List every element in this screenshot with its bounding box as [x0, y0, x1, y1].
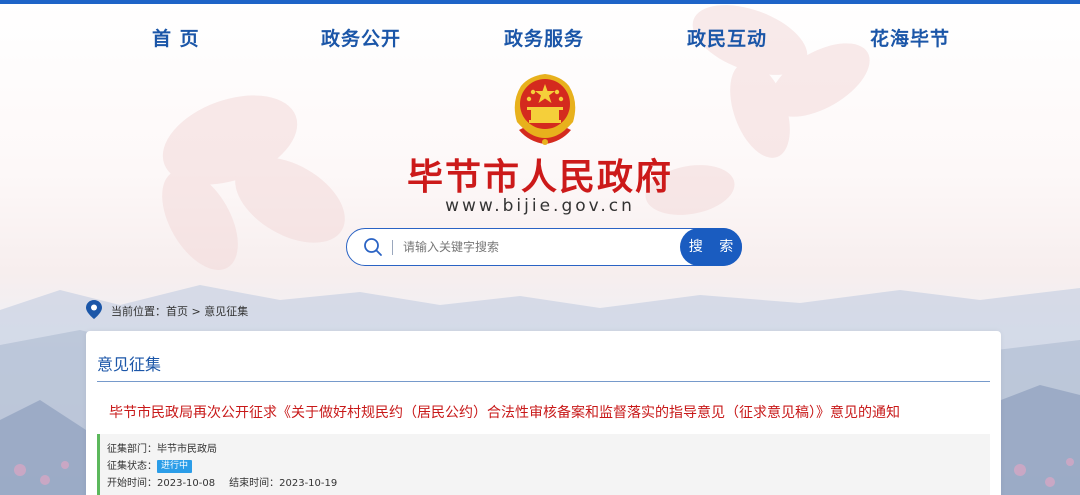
nav-item-home[interactable]: 首 页	[152, 24, 200, 51]
breadcrumb-separator: >	[188, 305, 205, 318]
main-nav: 首 页 政务公开 政务服务 政民互动 花海毕节	[0, 24, 1080, 56]
top-accent-bar	[0, 0, 1080, 4]
breadcrumb-text: 当前位置：首页 > 意见征集	[111, 303, 248, 319]
search-input[interactable]	[403, 235, 673, 259]
nav-item-flower-sea-bijie[interactable]: 花海毕节	[870, 24, 950, 51]
info-row-dept: 征集部门：毕节市民政局	[107, 440, 217, 455]
panel-divider	[97, 381, 990, 382]
search-icon	[364, 238, 382, 256]
start-value: 2023-10-08	[157, 478, 216, 489]
status-label: 征集状态：	[107, 461, 157, 472]
breadcrumb-home-link[interactable]: 首页	[166, 305, 188, 318]
breadcrumb-prefix: 当前位置：	[111, 305, 166, 318]
consultation-panel: 意见征集 毕节市民政局再次公开征求《关于做好村规民约（居民公约）合法性审核备案和…	[86, 331, 1001, 495]
nav-item-interaction[interactable]: 政民互动	[687, 24, 767, 51]
site-title: 毕节市人民政府	[406, 157, 673, 198]
info-row-status: 征集状态： 进行中	[107, 457, 193, 473]
search-divider	[392, 240, 393, 255]
status-badge: 进行中	[157, 459, 193, 473]
start-label: 开始时间：	[107, 478, 157, 489]
notice-title-link[interactable]: 毕节市民政局再次公开征求《关于做好村规民约（居民公约）合法性审核备案和监督落实的…	[109, 402, 900, 422]
search-button[interactable]: 搜 索	[680, 228, 742, 266]
panel-title: 意见征集	[97, 355, 162, 374]
end-value: 2023-10-19	[279, 478, 338, 489]
end-label: 结束时间：	[229, 478, 280, 489]
nav-item-gov-services[interactable]: 政务服务	[504, 24, 584, 51]
search-bar: 搜 索	[346, 228, 742, 266]
breadcrumb-current[interactable]: 意见征集	[204, 305, 248, 318]
nav-item-gov-affairs-public[interactable]: 政务公开	[321, 24, 401, 51]
national-emblem-icon	[514, 74, 576, 145]
location-pin-icon	[86, 300, 102, 319]
notice-info-box: 征集部门：毕节市民政局 征集状态： 进行中 开始时间：2023-10-08 结束时间…	[97, 434, 990, 495]
dept-value: 毕节市民政局	[157, 444, 217, 455]
site-url: www.bijie.gov.cn	[445, 196, 635, 216]
dept-label: 征集部门：	[107, 444, 157, 455]
info-row-dates: 开始时间：2023-10-08 结束时间：2023-10-19	[107, 474, 337, 489]
